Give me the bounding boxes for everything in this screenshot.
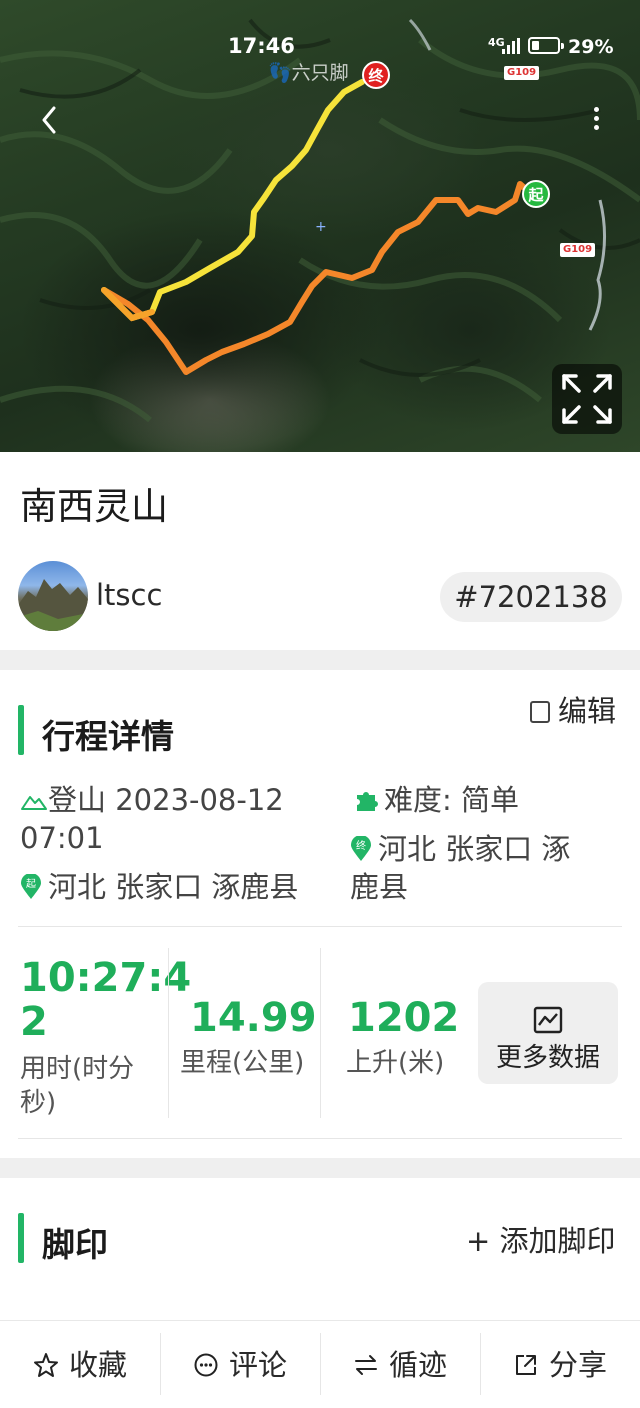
battery-percent: 29%: [568, 36, 614, 58]
add-footprint-button[interactable]: + 添加脚印: [466, 1218, 616, 1260]
share-icon: [515, 1355, 536, 1375]
more-data-button[interactable]: 更多数据: [478, 982, 618, 1084]
status-time: 17:46: [228, 34, 295, 58]
username[interactable]: ltscc: [96, 578, 162, 612]
chart-icon: [533, 1006, 563, 1034]
activity-date: 登山 2023-08-12: [48, 783, 284, 817]
more-button[interactable]: [584, 104, 608, 136]
more-icon: [584, 107, 608, 130]
end-pin-icon: 终: [350, 836, 372, 862]
end-location: 终 河北 张家口 涿 鹿县: [350, 830, 570, 906]
stat-divider: [320, 948, 321, 1118]
duration-label: 用时(时分 秒): [20, 1052, 134, 1120]
start-marker[interactable]: 起: [522, 180, 550, 208]
comment-button[interactable]: 评论: [160, 1321, 320, 1408]
stat-divider: [168, 948, 169, 1118]
expand-map-button[interactable]: [552, 364, 622, 434]
comment-icon: [194, 1353, 218, 1377]
comment-label: 评论: [228, 1348, 287, 1382]
trip-id-badge[interactable]: #7202138: [440, 572, 622, 622]
end-location-text-1: 河北 张家口 涿: [378, 832, 571, 866]
footprints-title: 脚印: [42, 1225, 108, 1264]
activity-info: 登山 2023-08-12 07:01: [20, 781, 284, 857]
avatar[interactable]: [18, 561, 88, 631]
back-button[interactable]: [34, 100, 68, 140]
divider: [18, 926, 622, 927]
bottom-action-bar: 收藏 评论 循迹 分享: [0, 1320, 640, 1408]
footprint-icon: 👣: [268, 62, 292, 84]
edit-label: 编辑: [558, 694, 617, 728]
duration-label-line1: 用时(时分: [20, 1054, 135, 1084]
map-center-marker: +: [315, 219, 327, 235]
ascent-value: 1202: [348, 995, 460, 1041]
track-map[interactable]: 👣六只脚 终 起 G109 G109 + 17:46 4G 29%: [0, 0, 640, 452]
distance-value: 14.99: [190, 995, 317, 1041]
signal-icon: [502, 38, 520, 54]
star-icon: [33, 1353, 58, 1377]
avatar-image: [18, 579, 88, 631]
end-location-text-2: 鹿县: [350, 870, 409, 904]
duration-value-line2: 2: [20, 999, 48, 1045]
start-location-text: 河北 张家口 涿鹿县: [48, 870, 299, 904]
start-pin-label: 起: [26, 878, 36, 890]
end-marker[interactable]: 终: [362, 61, 390, 89]
difficulty-info: 难度: 简单: [354, 781, 519, 819]
back-icon: [42, 106, 56, 134]
section-accent-bar: [18, 705, 24, 755]
distance-label: 里程(公里): [180, 1048, 305, 1078]
trail-title: 南西灵山: [20, 485, 168, 528]
puzzle-icon: [357, 792, 378, 811]
ascent-label: 上升(米): [346, 1048, 445, 1078]
edit-button[interactable]: 编辑: [530, 688, 616, 728]
follow-track-label: 循迹: [388, 1348, 447, 1382]
road-label: G109: [504, 66, 540, 80]
app-watermark: 👣六只脚: [268, 62, 349, 84]
section-separator: [0, 650, 640, 670]
duration-value-line1: 10:27:4: [20, 955, 192, 1001]
more-data-label: 更多数据: [495, 1043, 600, 1073]
divider: [18, 1138, 622, 1139]
duration-value: 10:27:4 2: [20, 956, 191, 1044]
start-pin-icon: 起: [20, 874, 42, 900]
start-location: 起 河北 张家口 涿鹿县: [20, 868, 298, 906]
section-separator: [0, 1158, 640, 1178]
status-bar: 17:46 4G 29%: [0, 34, 640, 62]
section-accent-bar: [18, 1213, 24, 1263]
duration-label-line2: 秒): [20, 1088, 57, 1118]
share-label: 分享: [548, 1348, 607, 1382]
trip-details-title: 行程详情: [42, 717, 174, 756]
expand-icon: [562, 374, 612, 424]
activity-time: 07:01: [20, 821, 104, 855]
battery-icon: [528, 37, 564, 54]
edit-icon: [530, 701, 550, 723]
mountain-icon: [21, 796, 47, 810]
share-button[interactable]: 分享: [480, 1321, 640, 1408]
road-label: G109: [560, 243, 596, 257]
difficulty-text: 难度: 简单: [384, 783, 519, 817]
favorite-button[interactable]: 收藏: [0, 1321, 160, 1408]
end-pin-label: 终: [356, 839, 366, 852]
swap-icon: [354, 1355, 377, 1375]
follow-track-button[interactable]: 循迹: [320, 1321, 480, 1408]
favorite-label: 收藏: [68, 1348, 127, 1382]
